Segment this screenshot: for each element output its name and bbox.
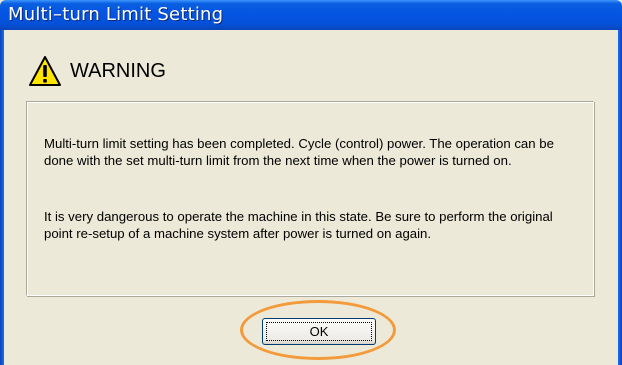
window-frame-right: [618, 30, 622, 365]
ok-button-label: OK: [309, 324, 329, 339]
warning-header: WARNING: [28, 51, 166, 91]
warning-triangle-icon: [29, 56, 61, 86]
message-paragraph-1: Multi-turn limit setting has been comple…: [44, 136, 554, 168]
ok-button[interactable]: OK: [262, 318, 376, 345]
window-title: Multi–turn Limit Setting: [8, 4, 224, 25]
window-frame-left: [0, 30, 4, 365]
dialog-window: Multi–turn Limit Setting WARNING Multi-t…: [0, 0, 622, 365]
title-bar[interactable]: Multi–turn Limit Setting: [0, 0, 622, 30]
warning-label: WARNING: [70, 59, 166, 82]
message-paragraph-2: It is very dangerous to operate the mach…: [44, 209, 553, 241]
message-box: [26, 101, 594, 296]
